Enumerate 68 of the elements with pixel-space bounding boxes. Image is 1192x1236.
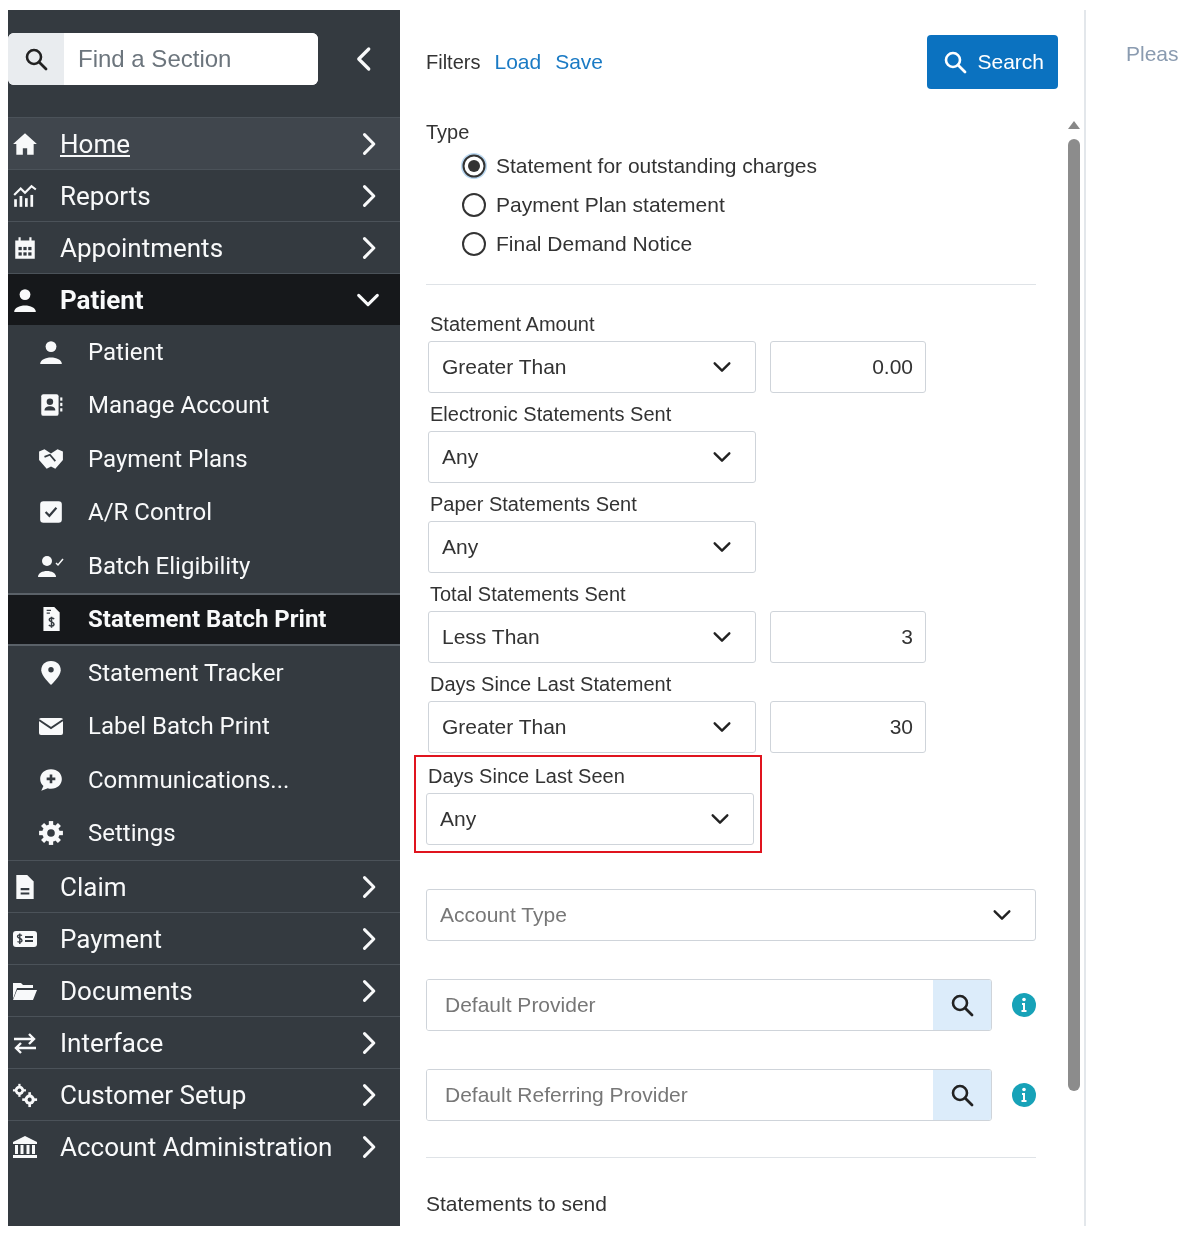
map-pin-icon [38,659,64,686]
nav-subitem[interactable]: Batch Eligibility [8,539,400,593]
dropdown[interactable]: Greater Than [428,341,756,393]
dropdown[interactable]: Greater Than [428,701,756,753]
radio-button[interactable] [460,230,488,258]
link[interactable]: Load [494,50,542,74]
nav-subitem[interactable]: Manage Account [8,378,400,432]
field-label: Days Since Last Statement [429,672,673,697]
radio-option[interactable]: Payment Plan statement [460,191,1036,219]
nav-subitem[interactable]: Statement Tracker [8,646,400,700]
dropdown[interactable]: Any [428,431,756,483]
nav-subitem[interactable]: Settings [8,806,400,860]
search-icon [943,50,968,74]
field-label: Total Statements Sent [429,582,627,607]
nav-subitem[interactable]: Payment Plans [8,432,400,486]
field-label: Days Since Last Seen [427,765,626,789]
search-button[interactable]: Search [927,35,1058,89]
search-icon [950,993,974,1017]
number-field[interactable]: 0.00 [770,341,926,393]
nav-item[interactable]: Claim [8,860,400,912]
type-label: Type [426,121,471,144]
calendar-icon [12,234,38,261]
nav-item[interactable]: Interface [8,1016,400,1068]
info-icon[interactable] [1012,1083,1036,1107]
field-label: Electronic Statements Sent [429,402,673,427]
lookup-search-button[interactable] [933,1070,991,1120]
nav-item[interactable]: Documents [8,964,400,1016]
field-label: Paper Statements Sent [429,492,638,517]
search-field[interactable]: Find a Section [8,33,318,85]
dropdown[interactable]: Any [426,793,754,845]
dropdown[interactable]: Any [428,521,756,573]
nav-item[interactable]: Customer Setup [8,1068,400,1120]
nav-item[interactable]: Home [8,117,400,169]
nav-item[interactable]: Patient [8,273,400,325]
info-message: Pleas [1126,42,1179,65]
nav-subitem[interactable]: A/R Control [8,485,400,539]
chart-icon [12,182,38,209]
nav-item[interactable]: Payment [8,912,400,964]
radio-button[interactable] [460,191,488,219]
checkbox-icon [38,499,64,526]
radio-option[interactable]: Statement for outstanding charges [460,152,1036,180]
dropdown[interactable]: Less Than [428,611,756,663]
nav-item[interactable]: Account Administration [8,1120,400,1172]
number-field[interactable]: 30 [770,701,926,753]
bank-icon [12,1133,38,1160]
search-icon [950,1083,974,1107]
gears-icon [12,1081,38,1108]
contact-card-icon [38,392,64,419]
nav-subitem[interactable]: Statement Batch Print [8,592,400,646]
filters-title: Filters [426,50,481,74]
settings-icon [38,820,64,847]
link[interactable]: Save [555,50,604,74]
number-field[interactable]: 3 [770,611,926,663]
field-label: Statement Amount [429,312,596,337]
nav-subitem[interactable]: Patient [8,325,400,379]
nav-subitem[interactable]: Label Batch Print [8,699,400,753]
section-heading: Statements to send [426,1192,608,1216]
search-icon [24,47,48,71]
radio-option[interactable]: Final Demand Notice [460,230,1036,258]
chat-plus-icon [38,766,64,793]
person-icon [38,338,64,365]
person-icon [12,286,38,313]
account-type-dropdown[interactable]: Account Type [426,889,1036,941]
radio-button[interactable] [460,152,488,180]
lookup-search-button[interactable] [933,980,991,1030]
info-icon[interactable] [1012,993,1036,1017]
nav-item[interactable]: Reports [8,169,400,221]
nav-subitem[interactable]: Communications... [8,753,400,807]
